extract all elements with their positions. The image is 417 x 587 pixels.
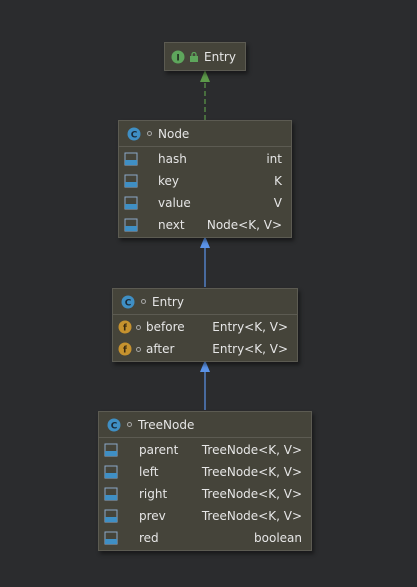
entry-class-node[interactable]: C Entry f before Entry<K, V> f after Ent… bbox=[112, 288, 298, 362]
field-name: right bbox=[139, 487, 168, 501]
treenode-class-node[interactable]: C TreeNode parent TreeNode<K, V> left Tr… bbox=[98, 411, 312, 551]
field-row[interactable]: hash int bbox=[119, 148, 291, 170]
field-type: int bbox=[266, 152, 282, 166]
field-row[interactable]: right TreeNode<K, V> bbox=[99, 483, 311, 505]
treenode-fields: parent TreeNode<K, V> left TreeNode<K, V… bbox=[99, 438, 311, 549]
edge-treenode-extends-entry bbox=[200, 360, 210, 410]
field-type: TreeNode<K, V> bbox=[201, 487, 302, 501]
svg-text:f: f bbox=[123, 346, 127, 356]
edge-node-implements-entry bbox=[200, 70, 210, 120]
field-type: TreeNode<K, V> bbox=[201, 509, 302, 523]
interface-icon: I bbox=[171, 50, 185, 63]
package-visibility-icon bbox=[127, 422, 132, 427]
field-icon bbox=[104, 487, 118, 501]
field-type: boolean bbox=[254, 531, 302, 545]
field-row[interactable]: parent TreeNode<K, V> bbox=[99, 439, 311, 461]
field-name: prev bbox=[139, 509, 166, 523]
field-row[interactable]: red boolean bbox=[99, 527, 311, 549]
field-icon bbox=[104, 465, 118, 479]
field-type: Entry<K, V> bbox=[212, 342, 288, 356]
node-class-title: Node bbox=[158, 126, 190, 141]
edge-entry-extends-node bbox=[200, 236, 210, 287]
svg-text:C: C bbox=[125, 298, 132, 308]
field-row[interactable]: value V bbox=[119, 192, 291, 214]
svg-text:f: f bbox=[123, 324, 127, 334]
field-name: next bbox=[158, 218, 185, 232]
entry-interface-title: Entry bbox=[204, 49, 236, 64]
field-type: TreeNode<K, V> bbox=[201, 465, 302, 479]
node-class-node[interactable]: C Node hash int key K value V next Node<… bbox=[118, 120, 292, 238]
entry-interface-node[interactable]: I Entry bbox=[164, 42, 246, 71]
field-icon bbox=[124, 174, 138, 188]
field-name: left bbox=[139, 465, 159, 479]
field-name: after bbox=[146, 342, 175, 356]
field-row[interactable]: f after Entry<K, V> bbox=[113, 338, 297, 360]
entry-class-title: Entry bbox=[152, 294, 184, 309]
field-name: value bbox=[158, 196, 191, 210]
field-row[interactable]: f before Entry<K, V> bbox=[113, 316, 297, 338]
package-visibility-icon bbox=[141, 299, 146, 304]
class-icon: C bbox=[127, 127, 141, 140]
field-name: key bbox=[158, 174, 180, 188]
field-icon bbox=[124, 196, 138, 210]
package-visibility-icon bbox=[136, 324, 141, 330]
field-icon bbox=[124, 218, 138, 232]
field-type: Node<K, V> bbox=[206, 218, 282, 232]
field-type: K bbox=[274, 174, 282, 188]
lock-icon bbox=[190, 51, 198, 62]
treenode-class-title: TreeNode bbox=[138, 417, 195, 432]
field-icon bbox=[124, 152, 138, 166]
entry-fields: f before Entry<K, V> f after Entry<K, V> bbox=[113, 315, 297, 360]
field-icon bbox=[104, 443, 118, 457]
field-name: hash bbox=[158, 152, 187, 166]
package-visibility-icon bbox=[136, 346, 141, 352]
field-row[interactable]: key K bbox=[119, 170, 291, 192]
field-icon bbox=[104, 509, 118, 523]
final-field-icon: f bbox=[118, 342, 132, 356]
field-icon bbox=[104, 531, 118, 545]
field-row[interactable]: next Node<K, V> bbox=[119, 214, 291, 236]
class-icon: C bbox=[121, 295, 135, 308]
field-row[interactable]: left TreeNode<K, V> bbox=[99, 461, 311, 483]
svg-text:C: C bbox=[131, 130, 138, 140]
field-name: red bbox=[139, 531, 159, 545]
node-fields: hash int key K value V next Node<K, V> bbox=[119, 147, 291, 236]
svg-text:C: C bbox=[111, 421, 118, 431]
field-type: V bbox=[273, 196, 282, 210]
field-name: parent bbox=[139, 443, 179, 457]
final-field-icon: f bbox=[118, 320, 132, 334]
field-type: Entry<K, V> bbox=[212, 320, 288, 334]
field-type: TreeNode<K, V> bbox=[201, 443, 302, 457]
svg-text:I: I bbox=[176, 53, 179, 63]
field-name: before bbox=[146, 320, 185, 334]
package-visibility-icon bbox=[147, 131, 152, 136]
field-row[interactable]: prev TreeNode<K, V> bbox=[99, 505, 311, 527]
class-icon: C bbox=[107, 418, 121, 431]
